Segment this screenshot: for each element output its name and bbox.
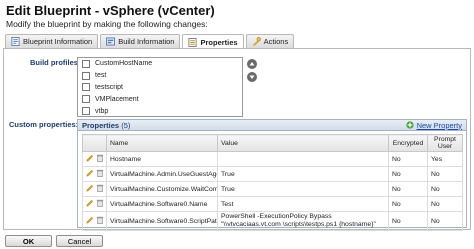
profile-checkbox[interactable] [82, 71, 90, 80]
property-value: PowerShell -ExecutionPolicy Bypass "\\vt… [217, 211, 389, 231]
edit-icon[interactable] [86, 169, 94, 179]
arrow-up-icon [249, 62, 255, 66]
page-subtitle: Modify the blueprint by making the follo… [6, 19, 208, 29]
property-encrypted: No [388, 151, 428, 167]
dialog-footer: OK Cancel [0, 232, 474, 249]
properties-panel: Build profiles: CustomHostName test test… [3, 48, 471, 231]
tab-label: Actions [263, 37, 289, 46]
move-up-button[interactable] [247, 59, 257, 69]
delete-icon[interactable] [96, 216, 104, 226]
build-profile-item[interactable]: test [78, 70, 242, 82]
properties-icon [188, 37, 198, 47]
tab-strip: Blueprint Information Build Information … [5, 34, 295, 49]
build-profile-item[interactable]: CustomHostName [78, 58, 242, 70]
edit-icon[interactable] [86, 216, 94, 226]
custom-properties-label: Custom properties: [9, 120, 79, 129]
tab-label: Build Information [118, 37, 175, 46]
delete-icon[interactable] [96, 154, 104, 164]
table-row: VirtualMachine.Software0.ScriptPath Powe… [82, 211, 463, 231]
property-value: Test [217, 196, 389, 212]
properties-table: Name Value Encrypted Prompt User Hostnam… [82, 134, 463, 231]
table-row: VirtualMachine.Customize.WaitComplete Tr… [82, 181, 463, 197]
property-prompt-user: No [427, 196, 463, 212]
property-encrypted: No [388, 211, 428, 231]
page-title: Edit Blueprint - vSphere (vCenter) [6, 3, 215, 18]
property-name: VirtualMachine.Software0.Name [106, 196, 218, 212]
property-encrypted: No [388, 166, 428, 182]
delete-icon[interactable] [96, 199, 104, 209]
build-icon [106, 37, 116, 46]
property-name: VirtualMachine.Customize.WaitComplete [106, 181, 218, 197]
table-row: VirtualMachine.Software0.Name Test No No [82, 196, 463, 212]
property-prompt-user: No [427, 181, 463, 197]
info-icon [11, 37, 20, 46]
custom-properties-grid: Properties (5) New Property Name Value E… [77, 119, 467, 231]
build-profile-item[interactable]: VMPlacement [78, 93, 242, 105]
build-profile-item[interactable]: vtbp [78, 105, 242, 116]
edit-icon[interactable] [86, 184, 94, 194]
profile-checkbox[interactable] [82, 107, 90, 116]
tab-actions[interactable]: Actions [245, 34, 295, 48]
move-down-button[interactable] [247, 72, 257, 82]
cancel-button[interactable]: Cancel [56, 235, 103, 247]
property-encrypted: No [388, 196, 428, 212]
tab-build-information[interactable]: Build Information [100, 34, 181, 48]
column-header-prompt-user[interactable]: Prompt User [427, 134, 463, 152]
ok-button[interactable]: OK [5, 235, 52, 247]
property-value [217, 151, 389, 167]
property-value: True [217, 166, 389, 182]
property-name: VirtualMachine.Admin.UseGuestAgent [106, 166, 218, 182]
edit-icon[interactable] [86, 199, 94, 209]
column-header-value[interactable]: Value [217, 134, 389, 152]
properties-grid-header: Properties (5) New Property [78, 120, 466, 131]
tab-blueprint-information[interactable]: Blueprint Information [5, 34, 99, 48]
build-profile-item[interactable]: testscript [78, 82, 242, 94]
profile-checkbox[interactable] [82, 83, 90, 92]
actions-icon [252, 37, 261, 46]
tab-label: Blueprint Information [23, 37, 93, 46]
property-name: VirtualMachine.Software0.ScriptPath [106, 211, 218, 231]
add-icon [405, 121, 414, 129]
column-header-name[interactable]: Name [106, 134, 218, 152]
arrow-down-icon [249, 75, 255, 79]
table-row: VirtualMachine.Admin.UseGuestAgent True … [82, 166, 463, 182]
property-prompt-user: Yes [427, 151, 463, 167]
delete-icon[interactable] [96, 169, 104, 179]
property-prompt-user: No [427, 211, 463, 231]
table-row: Hostname No Yes [82, 151, 463, 167]
column-header-encrypted[interactable]: Encrypted [388, 134, 428, 152]
edit-icon[interactable] [86, 154, 94, 164]
delete-icon[interactable] [96, 184, 104, 194]
profile-checkbox[interactable] [82, 95, 90, 104]
tab-label: Properties [200, 37, 238, 47]
property-value: True [217, 181, 389, 197]
property-name: Hostname [106, 151, 218, 167]
profile-checkbox[interactable] [82, 59, 90, 68]
tab-properties[interactable]: Properties [182, 34, 244, 49]
build-profiles-label: Build profiles: [30, 58, 81, 67]
property-prompt-user: No [427, 166, 463, 182]
properties-grid-title: Properties (5) [82, 120, 131, 130]
properties-count: (5) [121, 120, 131, 130]
build-profiles-list: CustomHostName test testscript VMPlaceme… [77, 57, 243, 117]
new-property-link[interactable]: New Property [405, 121, 462, 130]
column-header-actions [82, 134, 107, 152]
property-encrypted: No [388, 181, 428, 197]
